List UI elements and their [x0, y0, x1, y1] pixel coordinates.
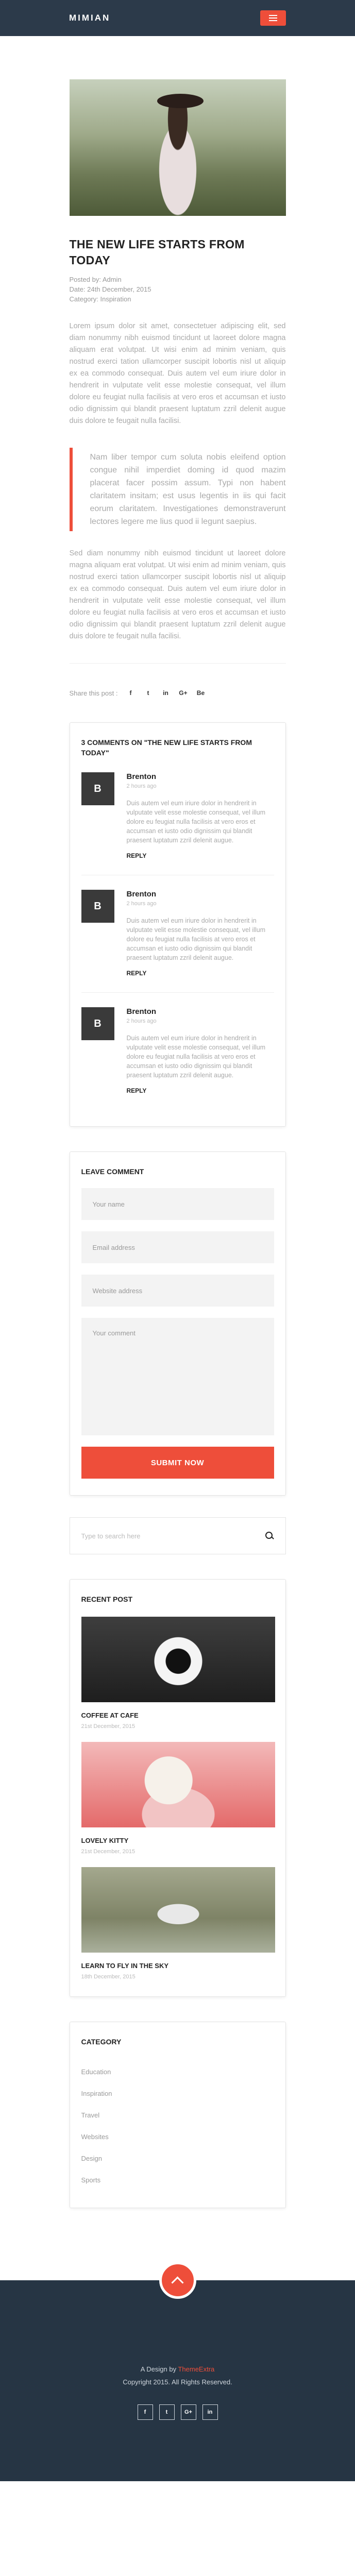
comment-time: 2 hours ago — [126, 1018, 157, 1024]
linkedin-icon[interactable]: in — [202, 2404, 218, 2420]
search-input[interactable]: Type to search here — [81, 1532, 141, 1540]
recent-post-item[interactable]: COFFEE AT CAFE 21st December, 2015 — [81, 1617, 275, 1730]
recent-post-item[interactable]: LOVELY KITTY 21st December, 2015 — [81, 1742, 275, 1855]
reply-link[interactable]: REPLY — [127, 1087, 274, 1094]
comment-time: 2 hours ago — [126, 901, 157, 907]
post-date: Date: 24th December, 2015 — [69, 285, 151, 293]
twitter-icon[interactable]: t — [159, 2404, 175, 2420]
share-bar: Share this post : f t in G+ Be — [69, 663, 286, 698]
credit-prefix: A Design by — [140, 2365, 177, 2373]
comment-item: B Brenton 2 hours ago Duis autem vel eum… — [81, 758, 274, 875]
recent-posts-title: RECENT POST — [81, 1595, 133, 1603]
comment-author: Brenton — [126, 772, 157, 781]
recent-post-title[interactable]: LEARN TO FLY IN THE SKY — [81, 1962, 274, 1970]
credit-brand-link[interactable]: ThemeExtra — [178, 2365, 214, 2373]
hamburger-icon[interactable] — [260, 10, 286, 26]
search-box[interactable]: Type to search here — [69, 1517, 286, 1554]
name-field[interactable]: Your name — [81, 1188, 274, 1220]
recent-post-image[interactable] — [81, 1617, 275, 1702]
category-item[interactable]: Inspiration — [81, 2083, 274, 2105]
comment-author: Brenton — [126, 1007, 157, 1016]
avatar: B — [81, 772, 114, 805]
avatar: B — [81, 1007, 114, 1040]
website-field[interactable]: Website address — [81, 1275, 274, 1307]
share-label: Share this post : — [69, 689, 118, 697]
leave-comment-title: LEAVE COMMENT — [81, 1167, 144, 1176]
comment-author: Brenton — [126, 890, 157, 899]
recent-posts-card: RECENT POST COFFEE AT CAFE 21st December… — [69, 1579, 286, 1997]
recent-post-date: 21st December, 2015 — [81, 1723, 136, 1730]
top-navbar: MIMIAN — [0, 0, 355, 36]
twitter-icon[interactable]: t — [143, 688, 153, 698]
category-item[interactable]: Sports — [81, 2170, 274, 2191]
post-paragraph: Sed diam nonummy nibh euismod tincidunt … — [69, 549, 286, 640]
footer-social: f t G+ in — [0, 2404, 355, 2420]
site-footer: A Design by ThemeExtra Copyright 2015. A… — [0, 2262, 355, 2481]
submit-button[interactable]: SUBMIT NOW — [81, 1447, 274, 1479]
comment-item: B Brenton 2 hours ago Duis autem vel eum… — [81, 875, 274, 993]
footer-copyright: Copyright 2015. All Rights Reserved. — [123, 2378, 232, 2386]
comment-textarea[interactable]: Your comment — [81, 1318, 274, 1435]
post-featured-image — [69, 79, 286, 216]
post-meta: Posted by: Admin Date: 24th December, 20… — [70, 275, 286, 304]
comment-text: Duis autem vel eum iriure dolor in hendr… — [126, 917, 266, 961]
comment-item: B Brenton 2 hours ago Duis autem vel eum… — [81, 993, 274, 1110]
facebook-icon[interactable]: f — [137, 2404, 153, 2420]
post-paragraph: Lorem ipsum dolor sit amet, consectetuer… — [69, 322, 286, 425]
search-icon[interactable] — [265, 1531, 274, 1540]
leave-comment-card: LEAVE COMMENT Your name Email address We… — [69, 1151, 286, 1496]
comment-text: Duis autem vel eum iriure dolor in hendr… — [126, 1035, 266, 1079]
recent-post-date: 21st December, 2015 — [81, 1849, 136, 1855]
post-title: THE NEW LIFE STARTS FROM TODAY — [69, 238, 245, 267]
scroll-top-icon[interactable] — [159, 2262, 196, 2299]
recent-post-title[interactable]: LOVELY KITTY — [81, 1837, 274, 1844]
comments-card: 3 COMMENTS ON "THE NEW LIFE STARTS FROM … — [69, 722, 286, 1127]
post-author: Posted by: Admin — [69, 276, 122, 283]
behance-icon[interactable]: Be — [196, 688, 205, 698]
facebook-icon[interactable]: f — [126, 688, 135, 698]
email-field[interactable]: Email address — [81, 1231, 274, 1263]
comments-title: 3 COMMENTS ON "THE NEW LIFE STARTS FROM … — [81, 738, 252, 757]
site-logo[interactable]: MIMIAN — [69, 13, 110, 23]
post-category[interactable]: Category: Inspiration — [70, 294, 286, 304]
google-plus-icon[interactable]: G+ — [178, 688, 188, 698]
google-plus-icon[interactable]: G+ — [180, 2404, 196, 2420]
post-blockquote: Nam liber tempor cum soluta nobis eleife… — [69, 448, 286, 531]
category-item[interactable]: Travel — [81, 2105, 274, 2126]
recent-post-image[interactable] — [81, 1867, 275, 1953]
comment-text: Duis autem vel eum iriure dolor in hendr… — [126, 800, 266, 844]
recent-post-title[interactable]: COFFEE AT CAFE — [81, 1711, 274, 1719]
linkedin-icon[interactable]: in — [161, 688, 170, 698]
reply-link[interactable]: REPLY — [127, 852, 274, 859]
avatar: B — [81, 890, 114, 923]
recent-post-image[interactable] — [81, 1742, 275, 1827]
category-title: CATEGORY — [81, 2038, 122, 2046]
comment-time: 2 hours ago — [126, 783, 157, 789]
recent-post-item[interactable]: LEARN TO FLY IN THE SKY 18th December, 2… — [81, 1867, 275, 1980]
category-item[interactable]: Design — [81, 2148, 274, 2170]
recent-post-date: 18th December, 2015 — [81, 1974, 136, 1980]
reply-link[interactable]: REPLY — [127, 970, 274, 977]
category-item[interactable]: Websites — [81, 2126, 274, 2148]
main-content: THE NEW LIFE STARTS FROM TODAY Posted by… — [69, 79, 286, 2208]
category-list: Education Inspiration Travel Websites De… — [81, 2061, 274, 2191]
category-card: CATEGORY Education Inspiration Travel We… — [69, 2022, 286, 2208]
category-item[interactable]: Education — [81, 2061, 274, 2083]
